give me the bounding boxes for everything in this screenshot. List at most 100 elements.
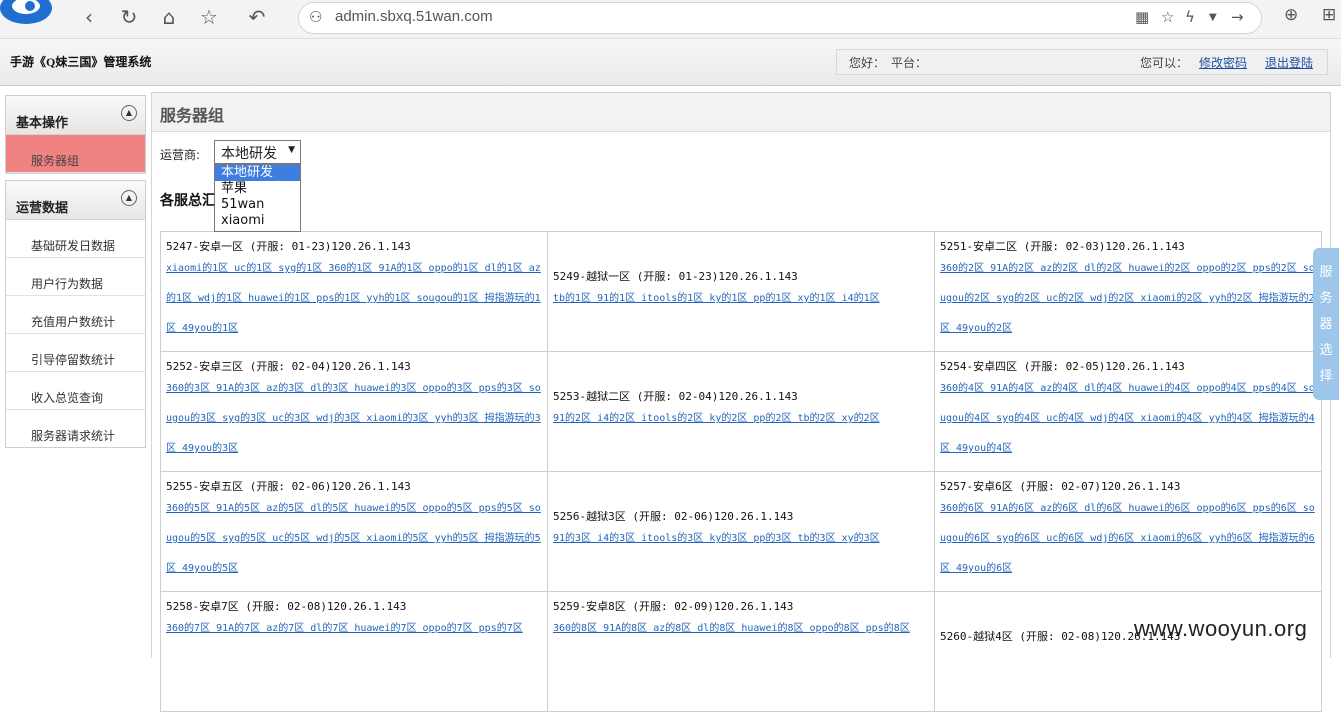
operator-dropdown-list: 本地研发 苹果 51wan xiaomi bbox=[214, 164, 301, 232]
channel-links[interactable]: 360的2区 91A的2区 az的2区 dl的2区 huawei的2区 oppo… bbox=[940, 254, 1316, 344]
browser-toolbar: ‹ ↻ ⌂ ☆ ↶ ⚇ admin.sbxq.51wan.com ▦ ☆ ϟ ▼… bbox=[0, 0, 1341, 39]
operator-option[interactable]: 本地研发 bbox=[215, 165, 300, 181]
home-button[interactable]: ⌂ bbox=[156, 4, 182, 30]
sidebar-item-server-requests[interactable]: 服务器请求统计 bbox=[6, 410, 145, 447]
sidebar-group-title: 基本操作 bbox=[16, 116, 69, 131]
flash-icon[interactable]: ϟ bbox=[1185, 8, 1195, 26]
sidebar-item-user-behavior[interactable]: 用户行为数据 bbox=[6, 258, 145, 296]
reload-button[interactable]: ↻ bbox=[116, 4, 142, 30]
favorite-icon[interactable]: ☆ bbox=[1161, 8, 1174, 26]
sidebar-item-guide-stay[interactable]: 引导停留数统计 bbox=[6, 334, 145, 372]
sidebar-item-label: 充值用户数统计 bbox=[31, 315, 116, 329]
channel-links[interactable]: 360的5区 91A的5区 az的5区 dl的5区 huawei的5区 oppo… bbox=[166, 494, 542, 584]
sidebar-group-basic: 基本操作 ▲ 服务器组 bbox=[5, 95, 146, 174]
platform-label: 平台： bbox=[891, 56, 928, 70]
operator-select[interactable]: 本地研发 ▼ bbox=[214, 140, 301, 164]
sidebar-item-daily-data[interactable]: 基础研发日数据 bbox=[6, 220, 145, 258]
table-row: 5258-安卓7区 (开服: 02-08)120.26.1.143 360的7区 … bbox=[160, 591, 1322, 712]
server-name: 5254-安卓四区 (开服: 02-05)120.26.1.143 bbox=[940, 360, 1185, 373]
qr-code-icon[interactable]: ▦ bbox=[1135, 8, 1149, 26]
channel-links[interactable]: 91的3区 i4的3区 itools的3区 ky的3区 pp的3区 tb的3区 … bbox=[553, 524, 929, 554]
go-arrow-icon[interactable]: → bbox=[1231, 8, 1244, 26]
collapse-up-icon[interactable]: ▲ bbox=[121, 190, 137, 206]
sidebar-item-server-group[interactable]: 服务器组 bbox=[6, 135, 145, 173]
greeting-label: 您好： bbox=[849, 56, 886, 70]
sidebar-item-label: 服务器组 bbox=[31, 154, 80, 168]
sidebar-group-header[interactable]: 基本操作 ▲ bbox=[6, 96, 145, 135]
channel-links[interactable]: tb的1区 91的1区 itools的1区 ky的1区 pp的1区 xy的1区 … bbox=[553, 284, 929, 314]
server-cell: 5255-安卓五区 (开服: 02-06)120.26.1.143 360的5区 … bbox=[160, 471, 548, 592]
sidebar-item-label: 基础研发日数据 bbox=[31, 239, 116, 253]
server-cell: 5260-越狱4区 (开服: 02-08)120.26.1.143 bbox=[934, 591, 1322, 712]
server-name: 5257-安卓6区 (开服: 02-07)120.26.1.143 bbox=[940, 480, 1181, 493]
server-cell: 5252-安卓三区 (开服: 02-04)120.26.1.143 360的3区 … bbox=[160, 351, 548, 472]
sidebar-group-ops: 运营数据 ▲ 基础研发日数据 用户行为数据 充值用户数统计 引导停留数统计 收入… bbox=[5, 180, 146, 448]
app-header: 手游《Q妹三国》管理系统 您好： 平台： 您可以： 修改密码 退出登陆 bbox=[0, 39, 1341, 86]
server-name: 5252-安卓三区 (开服: 02-04)120.26.1.143 bbox=[166, 360, 411, 373]
sidebar-item-income[interactable]: 收入总览查询 bbox=[6, 372, 145, 410]
server-cell: 5249-越狱一区 (开服: 01-23)120.26.1.143 tb的1区 9… bbox=[547, 231, 935, 352]
channel-links[interactable]: 360的8区 91A的8区 az的8区 dl的8区 huawei的8区 oppo… bbox=[553, 614, 929, 644]
server-cell: 5253-越狱二区 (开服: 02-04)120.26.1.143 91的2区 i… bbox=[547, 351, 935, 472]
table-row: 5247-安卓一区 (开服: 01-23)120.26.1.143 xiaomi的… bbox=[160, 231, 1322, 352]
user-bar: 您好： 平台： 您可以： 修改密码 退出登陆 bbox=[836, 49, 1328, 75]
browser-logo-icon bbox=[0, 0, 52, 24]
server-name: 5259-安卓8区 (开服: 02-09)120.26.1.143 bbox=[553, 600, 794, 613]
server-name: 5253-越狱二区 (开服: 02-04)120.26.1.143 bbox=[553, 390, 798, 403]
sidebar-group-header[interactable]: 运营数据 ▲ bbox=[6, 181, 145, 220]
operator-option[interactable]: 苹果 bbox=[215, 181, 300, 197]
summary-heading: 各服总汇 bbox=[160, 193, 216, 209]
server-cell: 5247-安卓一区 (开服: 01-23)120.26.1.143 xiaomi的… bbox=[160, 231, 548, 352]
server-cell: 5258-安卓7区 (开服: 02-08)120.26.1.143 360的7区 … bbox=[160, 591, 548, 712]
sidebar-item-label: 用户行为数据 bbox=[31, 277, 104, 291]
sidebar-group-title: 运营数据 bbox=[16, 201, 69, 216]
site-info-icon[interactable]: ⚇ bbox=[309, 8, 322, 26]
watermark: www.wooyun.org bbox=[1134, 616, 1308, 641]
table-row: 5252-安卓三区 (开服: 02-04)120.26.1.143 360的3区 … bbox=[160, 351, 1322, 472]
collapse-up-icon[interactable]: ▲ bbox=[121, 105, 137, 121]
main-panel: 服务器组 运营商: 本地研发 ▼ 本地研发 苹果 51wan xiaomi 各服… bbox=[151, 92, 1331, 712]
server-name: 5247-安卓一区 (开服: 01-23)120.26.1.143 bbox=[166, 240, 411, 253]
operator-option[interactable]: 51wan bbox=[215, 197, 300, 213]
dropdown-caret-icon[interactable]: ▼ bbox=[288, 145, 295, 155]
sidebar-item-label: 服务器请求统计 bbox=[31, 429, 116, 443]
address-text: admin.sbxq.51wan.com bbox=[335, 8, 493, 25]
server-cell: 5256-越狱3区 (开服: 02-06)120.26.1.143 91的3区 i… bbox=[547, 471, 935, 592]
channel-links[interactable]: 360的3区 91A的3区 az的3区 dl的3区 huawei的3区 oppo… bbox=[166, 374, 542, 464]
page-title: 服务器组 bbox=[160, 106, 225, 125]
server-cell: 5259-安卓8区 (开服: 02-09)120.26.1.143 360的8区 … bbox=[547, 591, 935, 712]
operator-option[interactable]: xiaomi bbox=[215, 213, 300, 229]
sidebar-item-recharge-users[interactable]: 充值用户数统计 bbox=[6, 296, 145, 334]
sidebar: 基本操作 ▲ 服务器组 运营数据 ▲ 基础研发日数据 用户行为数据 充值用户数统… bbox=[5, 95, 146, 454]
address-bar[interactable]: ⚇ admin.sbxq.51wan.com ▦ ☆ ϟ ▼ → bbox=[298, 2, 1262, 34]
app-title: 手游《Q妹三国》管理系统 bbox=[10, 55, 152, 69]
apps-grid-icon[interactable]: ⊞ bbox=[1322, 5, 1336, 25]
bookmark-button[interactable]: ☆ bbox=[196, 4, 222, 30]
change-password-link[interactable]: 修改密码 bbox=[1199, 56, 1247, 70]
sidebar-item-label: 收入总览查询 bbox=[31, 391, 104, 405]
back-button[interactable]: ‹ bbox=[76, 4, 102, 30]
chevron-down-icon[interactable]: ▼ bbox=[1209, 12, 1217, 23]
server-cell: 5257-安卓6区 (开服: 02-07)120.26.1.143 360的6区 … bbox=[934, 471, 1322, 592]
server-name: 5256-越狱3区 (开服: 02-06)120.26.1.143 bbox=[553, 510, 794, 523]
sidebar-item-label: 引导停留数统计 bbox=[31, 353, 116, 367]
operator-label: 运营商: bbox=[160, 148, 201, 162]
server-cell: 5251-安卓二区 (开服: 02-03)120.26.1.143 360的2区 … bbox=[934, 231, 1322, 352]
undo-button[interactable]: ↶ bbox=[244, 4, 270, 30]
server-name: 5255-安卓五区 (开服: 02-06)120.26.1.143 bbox=[166, 480, 411, 493]
can-do-label: 您可以： bbox=[1140, 56, 1189, 70]
channel-links[interactable]: 91的2区 i4的2区 itools的2区 ky的2区 pp的2区 tb的2区 … bbox=[553, 404, 929, 434]
operator-selected-value: 本地研发 bbox=[221, 146, 277, 162]
server-name: 5249-越狱一区 (开服: 01-23)120.26.1.143 bbox=[553, 270, 798, 283]
server-name: 5258-安卓7区 (开服: 02-08)120.26.1.143 bbox=[166, 600, 407, 613]
channel-links[interactable]: 360的4区 91A的4区 az的4区 dl的4区 huawei的4区 oppo… bbox=[940, 374, 1316, 464]
channel-links[interactable]: 360的6区 91A的6区 az的6区 dl的6区 huawei的6区 oppo… bbox=[940, 494, 1316, 584]
server-select-float-tab[interactable]: 服务器选择 bbox=[1313, 248, 1339, 400]
channel-links[interactable]: 360的7区 91A的7区 az的7区 dl的7区 huawei的7区 oppo… bbox=[166, 614, 542, 644]
channel-links[interactable]: xiaomi的1区 uc的1区 syg的1区 360的1区 91A的1区 opp… bbox=[166, 254, 542, 344]
extension-icon[interactable]: ⊕ bbox=[1284, 5, 1298, 25]
logout-link[interactable]: 退出登陆 bbox=[1265, 56, 1313, 70]
table-row: 5255-安卓五区 (开服: 02-06)120.26.1.143 360的5区 … bbox=[160, 471, 1322, 592]
server-name: 5251-安卓二区 (开服: 02-03)120.26.1.143 bbox=[940, 240, 1185, 253]
page-title-bar: 服务器组 bbox=[152, 93, 1330, 132]
